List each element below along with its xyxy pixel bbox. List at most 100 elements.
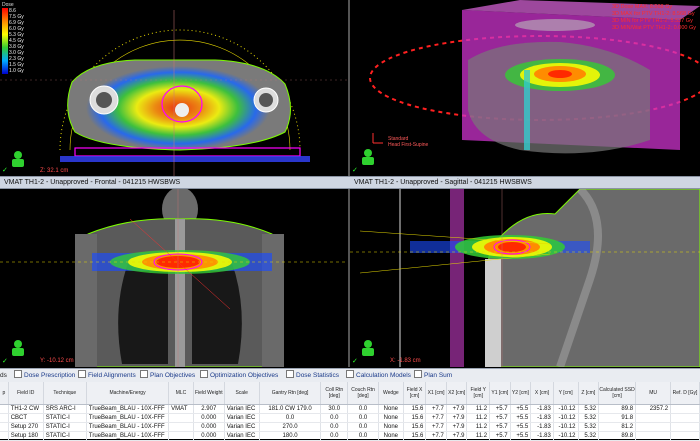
column-header[interactable]: X [cm] bbox=[530, 382, 554, 405]
table-cell[interactable]: 180.0 bbox=[259, 431, 322, 441]
table-cell[interactable]: +5.5 bbox=[510, 422, 532, 432]
table-cell[interactable]: +7.9 bbox=[446, 404, 468, 414]
table-cell[interactable]: 11.2 bbox=[466, 404, 491, 414]
table-cell[interactable]: 5.32 bbox=[578, 431, 600, 441]
table-cell[interactable]: 0.000 bbox=[193, 431, 225, 441]
table-cell[interactable] bbox=[670, 422, 700, 432]
column-header[interactable]: Ref. D [Gy] bbox=[670, 382, 700, 405]
column-header[interactable]: Y1 [cm] bbox=[489, 382, 511, 405]
table-cell[interactable]: None bbox=[378, 413, 404, 423]
column-header[interactable]: MLC bbox=[168, 382, 194, 405]
table-cell[interactable]: 89.8 bbox=[598, 431, 637, 441]
table-cell[interactable]: 270.0 bbox=[259, 422, 322, 432]
table-cell[interactable]: None bbox=[378, 422, 404, 432]
column-header[interactable]: Field X [cm] bbox=[403, 382, 427, 405]
table-cell[interactable]: 2357.2 bbox=[635, 404, 672, 414]
table-cell[interactable]: TrueBeam_BLAU - 10X-FFF bbox=[86, 431, 170, 441]
table-cell[interactable]: 11.2 bbox=[466, 431, 491, 441]
table-cell[interactable]: 5.32 bbox=[578, 422, 600, 432]
column-header[interactable]: p bbox=[0, 382, 9, 405]
table-cell[interactable] bbox=[670, 413, 700, 423]
table-row[interactable]: CBCT STATIC-I TrueBeam_BLAU - 10X-FFF 0.000… bbox=[0, 413, 700, 423]
table-cell[interactable]: +5.5 bbox=[510, 413, 532, 423]
column-header[interactable]: Z [cm] bbox=[578, 382, 600, 405]
table-cell[interactable]: 5.32 bbox=[578, 413, 600, 423]
table-cell[interactable]: +7.9 bbox=[446, 431, 468, 441]
table-cell[interactable]: 15.6 bbox=[403, 431, 427, 441]
frontal-view[interactable]: Y: -10.12 cm ✓ bbox=[0, 189, 348, 367]
table-cell[interactable]: +7.7 bbox=[425, 431, 447, 441]
table-cell[interactable]: Varian IEC bbox=[224, 404, 260, 414]
table-cell[interactable]: 5.32 bbox=[578, 404, 600, 414]
table-cell[interactable]: -1.83 bbox=[530, 404, 554, 414]
table-cell[interactable]: 2.907 bbox=[193, 404, 225, 414]
table-cell[interactable] bbox=[0, 413, 9, 423]
table-cell[interactable] bbox=[670, 431, 700, 441]
table-cell[interactable]: -1.83 bbox=[530, 431, 554, 441]
transversal-image[interactable] bbox=[0, 0, 348, 176]
table-cell[interactable]: 0.0 bbox=[320, 431, 349, 441]
table-cell[interactable]: 81.2 bbox=[598, 422, 637, 432]
table-cell[interactable]: 181.0 CW 179.0 bbox=[259, 404, 322, 414]
column-header[interactable]: Scale bbox=[224, 382, 260, 405]
table-cell[interactable]: 0.0 bbox=[259, 413, 322, 423]
table-cell[interactable]: None bbox=[378, 431, 404, 441]
table-cell[interactable] bbox=[0, 431, 9, 441]
column-header[interactable]: Coll Rtn [deg] bbox=[320, 382, 349, 405]
table-cell[interactable]: STATIC-I bbox=[43, 431, 87, 441]
column-header[interactable]: Field Y [cm] bbox=[466, 382, 491, 405]
table-cell[interactable]: 0.0 bbox=[320, 422, 349, 432]
table-cell[interactable]: STATIC-I bbox=[43, 413, 87, 423]
column-header[interactable]: Wedge bbox=[378, 382, 404, 405]
table-cell[interactable]: Setup 270 bbox=[8, 422, 44, 432]
column-header[interactable]: Couch Rtn [deg] bbox=[347, 382, 379, 405]
table-cell[interactable]: 0.000 bbox=[193, 422, 225, 432]
tab-optimization-objectives[interactable]: Optimization Objectives bbox=[200, 369, 278, 382]
table-cell[interactable]: 89.8 bbox=[598, 404, 637, 414]
transversal-view[interactable]: Dose 8.6 7.5 Gy 6.9 Gy 6.0 Gy 5.3 Gy 4.5… bbox=[0, 0, 348, 176]
table-cell[interactable]: +7.7 bbox=[425, 422, 447, 432]
table-cell[interactable]: -10.12 bbox=[553, 413, 579, 423]
table-cell[interactable]: 0.0 bbox=[347, 404, 379, 414]
table-cell[interactable]: 15.6 bbox=[403, 413, 427, 423]
table-cell[interactable]: 0.000 bbox=[193, 413, 225, 423]
column-header[interactable]: Machine/Energy bbox=[86, 382, 170, 405]
tab-field-alignments[interactable]: Field Alignments bbox=[78, 369, 136, 382]
table-cell[interactable]: 30.0 bbox=[320, 404, 349, 414]
table-cell[interactable]: +5.5 bbox=[510, 404, 532, 414]
column-header[interactable]: Gantry Rtn [deg] bbox=[259, 382, 322, 405]
table-cell[interactable] bbox=[670, 404, 700, 414]
table-cell[interactable]: None bbox=[378, 404, 404, 414]
table-cell[interactable]: TrueBeam_BLAU - 10X-FFF bbox=[86, 422, 170, 432]
table-row[interactable]: Setup 180 STATIC-I TrueBeam_BLAU - 10X-FFF… bbox=[0, 431, 700, 441]
table-cell[interactable]: 15.6 bbox=[403, 422, 427, 432]
table-cell[interactable] bbox=[168, 422, 194, 432]
table-cell[interactable]: +7.7 bbox=[425, 404, 447, 414]
3d-view[interactable]: 3D Dose MAX: 8.568 Gy 3D MAX for PTV TH1… bbox=[350, 0, 700, 176]
table-cell[interactable]: CBCT bbox=[8, 413, 44, 423]
table-cell[interactable]: Varian IEC bbox=[224, 422, 260, 432]
table-cell[interactable] bbox=[168, 413, 194, 423]
column-header[interactable]: Field Weight bbox=[193, 382, 225, 405]
sagittal-image[interactable] bbox=[350, 189, 700, 367]
table-cell[interactable]: 0.0 bbox=[320, 413, 349, 423]
table-cell[interactable] bbox=[635, 422, 672, 432]
table-cell[interactable]: 91.8 bbox=[598, 413, 637, 423]
table-cell[interactable] bbox=[0, 404, 9, 414]
table-cell[interactable]: Varian IEC bbox=[224, 413, 260, 423]
column-header[interactable]: X1 [cm] bbox=[425, 382, 447, 405]
table-cell[interactable]: Setup 180 bbox=[8, 431, 44, 441]
table-cell[interactable]: +5.7 bbox=[489, 431, 511, 441]
table-row[interactable]: TH1-2 CW SRS ARC-I TrueBeam_BLAU - 10X-FFF… bbox=[0, 404, 700, 414]
table-cell[interactable]: -1.83 bbox=[530, 422, 554, 432]
table-cell[interactable]: TH1-2 CW bbox=[8, 404, 44, 414]
table-row[interactable]: Setup 270 STATIC-I TrueBeam_BLAU - 10X-FFF… bbox=[0, 422, 700, 432]
table-cell[interactable]: +5.5 bbox=[510, 431, 532, 441]
column-header[interactable]: MU bbox=[635, 382, 672, 405]
tab-dose-statistics[interactable]: Dose Statistics bbox=[286, 369, 339, 382]
table-cell[interactable]: 11.2 bbox=[466, 413, 491, 423]
table-cell[interactable]: -1.83 bbox=[530, 413, 554, 423]
table-cell[interactable]: +5.7 bbox=[489, 413, 511, 423]
table-cell[interactable] bbox=[0, 422, 9, 432]
tab-calculation-models[interactable]: Calculation Models bbox=[346, 369, 411, 382]
